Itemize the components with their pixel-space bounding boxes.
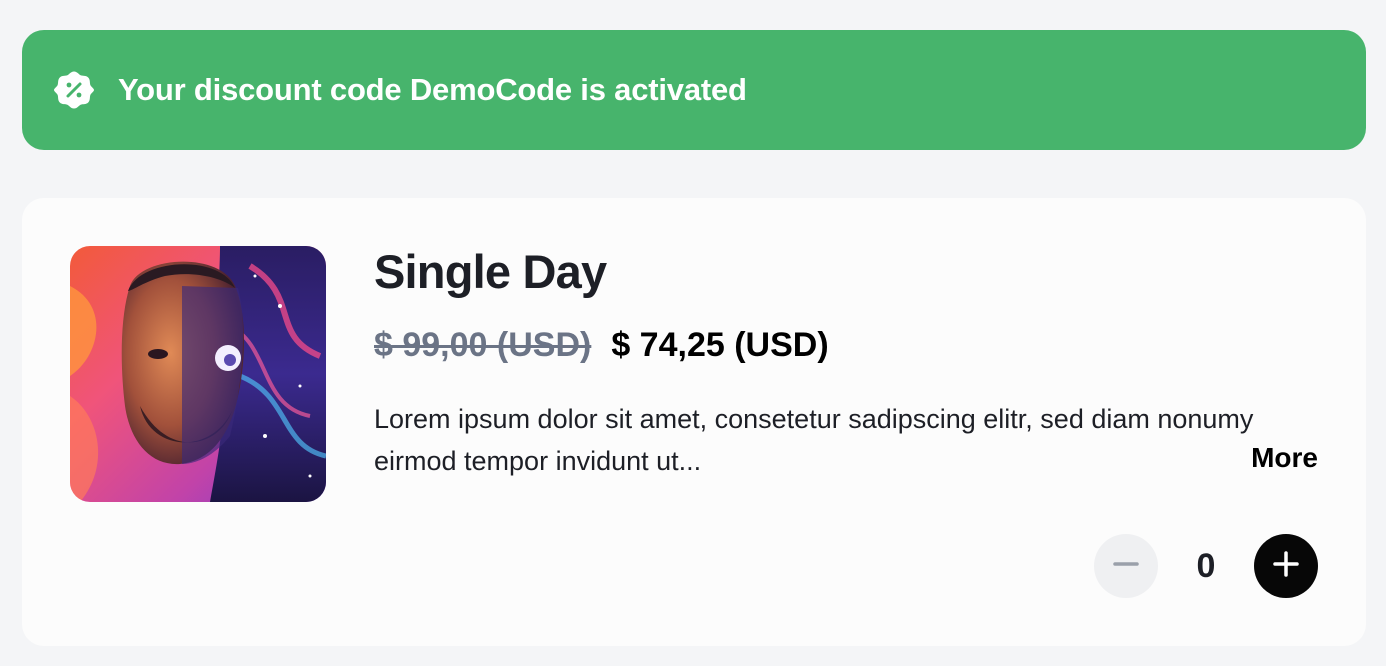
quantity-stepper: 0	[1094, 534, 1318, 598]
decrease-quantity-button[interactable]	[1094, 534, 1158, 598]
product-title: Single Day	[374, 245, 607, 298]
original-price: $ 99,00 (USD)	[374, 326, 592, 364]
plus-icon	[1272, 550, 1300, 583]
increase-quantity-button[interactable]	[1254, 534, 1318, 598]
discount-message: Your discount code DemoCode is activated	[118, 72, 747, 107]
discounted-price: $ 74,25 (USD)	[611, 326, 829, 364]
product-image	[70, 246, 326, 502]
discount-banner: Your discount code DemoCode is activated	[22, 30, 1366, 150]
discount-badge-icon	[54, 70, 94, 110]
product-card: Single Day $ 99,00 (USD) $ 74,25 (USD) L…	[22, 198, 1366, 646]
price-row: $ 99,00 (USD) $ 74,25 (USD)	[374, 326, 829, 365]
more-link[interactable]: More	[1251, 442, 1318, 474]
minus-icon	[1112, 550, 1140, 583]
product-description: Lorem ipsum dolor sit amet, consetetur s…	[374, 404, 1254, 476]
quantity-value: 0	[1196, 546, 1216, 585]
